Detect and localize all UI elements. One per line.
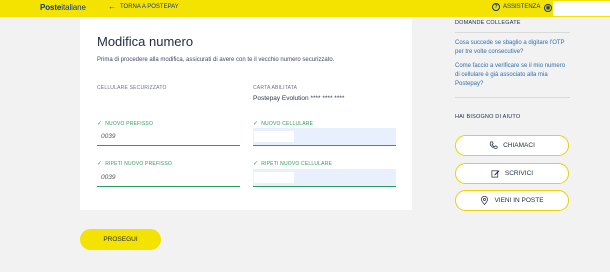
logo-bold: Poste (40, 3, 62, 12)
poste-italiane-logo[interactable]: Posteitaliane (40, 3, 86, 12)
repeat-phone-label: ✓ RIPETI NUOVO CELLULARE (253, 160, 333, 168)
faq-link-phone[interactable]: Come faccio a verificare se il mio numer… (455, 62, 570, 89)
user-icon[interactable]: ◉ (544, 4, 552, 12)
top-bar: Posteitaliane ← TORNA A POSTEPAY ? ASSIS… (0, 0, 610, 17)
secured-phone-label: CELLULARE SECURIZZATO (97, 85, 167, 91)
arrow-left-icon: ← (108, 2, 116, 11)
check-icon: ✓ (97, 161, 103, 167)
assistance-label: ASSISTENZA (503, 4, 541, 10)
write-us-button[interactable]: SCRIVICI (455, 163, 569, 184)
back-to-postepay-link[interactable]: ← TORNA A POSTEPAY (108, 3, 179, 11)
new-phone-label-text: NUOVO CELLULARE (261, 120, 314, 127)
repeat-phone-value-box (254, 172, 294, 183)
back-label: TORNA A POSTEPAY (120, 4, 179, 10)
check-icon: ✓ (253, 161, 259, 167)
call-us-button[interactable]: CHIAMACI (455, 135, 569, 156)
divider (455, 32, 570, 33)
check-icon: ✓ (97, 121, 103, 127)
new-phone-value-box (254, 131, 294, 142)
new-prefix-label-text: NUOVO PREFISSO (105, 120, 154, 127)
related-questions: DOMANDE COLLEGATE Cosa succede se sbagli… (455, 17, 570, 120)
phone-icon (489, 141, 498, 149)
check-icon: ✓ (253, 121, 259, 127)
call-us-label: CHIAMACI (503, 142, 535, 149)
new-phone-input[interactable] (253, 128, 396, 146)
help-heading: HAI BISOGNO DI AIUTO (455, 114, 521, 120)
write-us-label: SCRIVICI (504, 170, 534, 177)
question-icon: ? (492, 3, 500, 11)
location-pin-icon (481, 196, 489, 205)
new-phone-label: ✓ NUOVO CELLULARE (253, 120, 314, 128)
new-prefix-input[interactable]: 0039 (97, 128, 240, 146)
form-card: Modifica numero Prima di procedere alla … (80, 17, 412, 210)
page-title: Modifica numero (97, 34, 194, 49)
repeat-prefix-label-text: RIPETI NUOVO PREFISSO (105, 160, 172, 167)
assistance-link[interactable]: ? ASSISTENZA (492, 3, 540, 11)
repeat-prefix-label: ✓ RIPETI NUOVO PREFISSO (97, 160, 172, 168)
repeat-phone-input[interactable] (253, 169, 396, 187)
faq-heading: DOMANDE COLLEGATE (455, 20, 521, 26)
divider (455, 97, 570, 98)
edit-icon (491, 170, 500, 178)
intro-text: Prima di procedere alla modifica, assicu… (97, 57, 335, 63)
visit-post-office-label: VIENI IN POSTE (494, 197, 544, 204)
repeat-phone-label-text: RIPETI NUOVO CELLULARE (261, 160, 333, 167)
user-area[interactable] (553, 1, 610, 16)
card-value: Postepay Evolution **** **** **** (253, 95, 345, 102)
repeat-prefix-input[interactable]: 0039 (97, 169, 240, 187)
visit-post-office-button[interactable]: VIENI IN POSTE (455, 190, 569, 211)
continue-button[interactable]: PROSEGUI (80, 229, 161, 250)
new-prefix-label: ✓ NUOVO PREFISSO (97, 120, 154, 128)
card-label: CARTA ABILITATA (253, 85, 298, 91)
logo-rest: italiane (61, 3, 86, 12)
faq-link-otp[interactable]: Cosa succede se sbaglio a digitare l'OTP… (455, 39, 570, 57)
